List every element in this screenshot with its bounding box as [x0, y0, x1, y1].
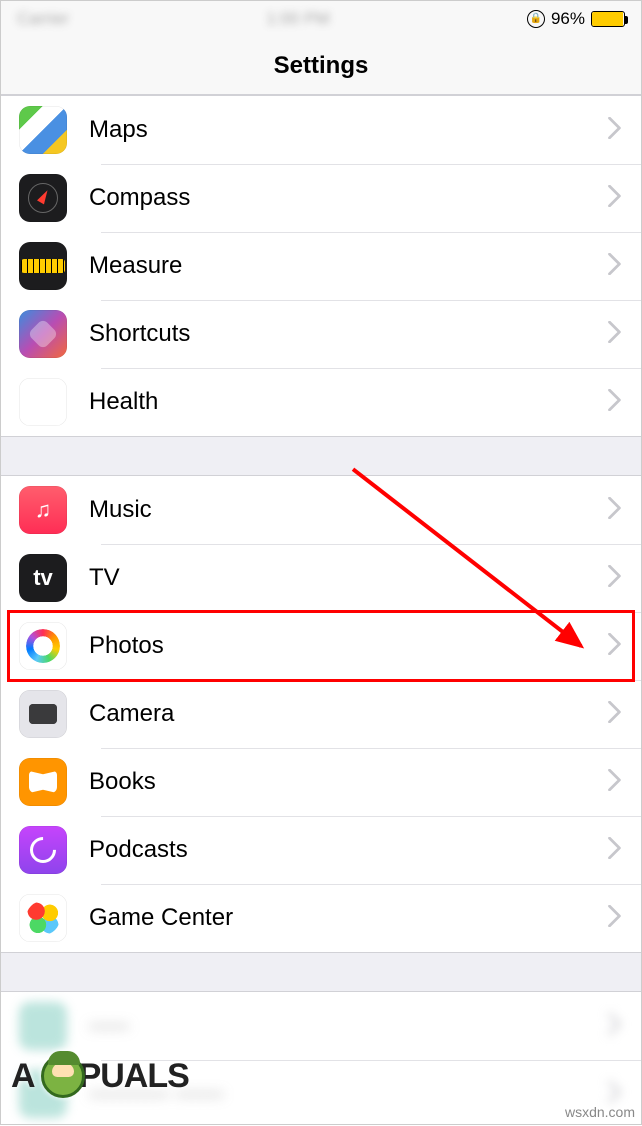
music-icon	[19, 486, 67, 534]
row-photos[interactable]: Photos	[1, 612, 641, 680]
books-icon	[19, 758, 67, 806]
settings-scroll-view[interactable]: Maps Compass Measure Shortcuts Health	[1, 95, 641, 1124]
row-label: Health	[89, 388, 607, 416]
row-compass[interactable]: Compass	[1, 164, 641, 232]
chevron-right-icon	[607, 253, 623, 280]
chevron-right-icon	[607, 497, 623, 524]
row-label: Shortcuts	[89, 320, 607, 348]
row-label: Photos	[89, 632, 607, 660]
row-label: Books	[89, 768, 607, 796]
brand-left: A	[11, 1057, 35, 1096]
status-right: 🔒 96%	[527, 9, 625, 29]
row-label: Game Center	[89, 904, 607, 932]
row-maps[interactable]: Maps	[1, 96, 641, 164]
settings-section-2: Music TV Photos Camera Books	[1, 475, 641, 953]
watermark-logo: A PUALS	[11, 1054, 189, 1098]
chevron-right-icon	[607, 905, 623, 932]
row-gamecenter[interactable]: Game Center	[1, 884, 641, 952]
compass-icon	[19, 174, 67, 222]
shortcuts-icon	[19, 310, 67, 358]
row-label: Music	[89, 496, 607, 524]
photos-icon	[19, 622, 67, 670]
row-label: Podcasts	[89, 836, 607, 864]
maps-icon	[19, 106, 67, 154]
row-label: Maps	[89, 116, 607, 144]
settings-section-1: Maps Compass Measure Shortcuts Health	[1, 95, 641, 437]
row-label: -----	[89, 1012, 607, 1040]
health-icon	[19, 378, 67, 426]
chevron-right-icon	[607, 769, 623, 796]
brand-mascot-icon	[41, 1054, 85, 1098]
page-title: Settings	[1, 37, 641, 95]
battery-percent: 96%	[551, 9, 585, 29]
phone-frame: Carrier 1:00 PM 🔒 96% Settings Maps Comp…	[1, 1, 641, 1124]
row-podcasts[interactable]: Podcasts	[1, 816, 641, 884]
row-tv[interactable]: TV	[1, 544, 641, 612]
gamecenter-icon	[19, 894, 67, 942]
status-carrier: Carrier	[17, 9, 69, 29]
camera-icon	[19, 690, 67, 738]
row-measure[interactable]: Measure	[1, 232, 641, 300]
watermark-site: wsxdn.com	[565, 1104, 635, 1120]
chevron-right-icon	[607, 837, 623, 864]
row-blurred-1[interactable]: -----	[1, 992, 641, 1060]
row-music[interactable]: Music	[1, 476, 641, 544]
rotation-lock-icon: 🔒	[527, 10, 545, 28]
row-camera[interactable]: Camera	[1, 680, 641, 748]
row-label: Camera	[89, 700, 607, 728]
chevron-right-icon	[607, 565, 623, 592]
chevron-right-icon	[607, 321, 623, 348]
measure-icon	[19, 242, 67, 290]
tv-icon	[19, 554, 67, 602]
status-bar: Carrier 1:00 PM 🔒 96%	[1, 1, 641, 37]
row-label: Measure	[89, 252, 607, 280]
battery-icon	[591, 11, 625, 27]
chevron-right-icon	[607, 701, 623, 728]
chevron-right-icon	[607, 117, 623, 144]
brand-right: PUALS	[79, 1057, 189, 1096]
blurred-icon	[19, 1002, 67, 1050]
row-shortcuts[interactable]: Shortcuts	[1, 300, 641, 368]
status-time: 1:00 PM	[266, 9, 329, 29]
podcasts-icon	[19, 826, 67, 874]
row-health[interactable]: Health	[1, 368, 641, 436]
row-label: TV	[89, 564, 607, 592]
chevron-right-icon	[607, 1013, 623, 1040]
chevron-right-icon	[607, 185, 623, 212]
row-label: Compass	[89, 184, 607, 212]
chevron-right-icon	[607, 389, 623, 416]
chevron-right-icon	[607, 633, 623, 660]
row-books[interactable]: Books	[1, 748, 641, 816]
